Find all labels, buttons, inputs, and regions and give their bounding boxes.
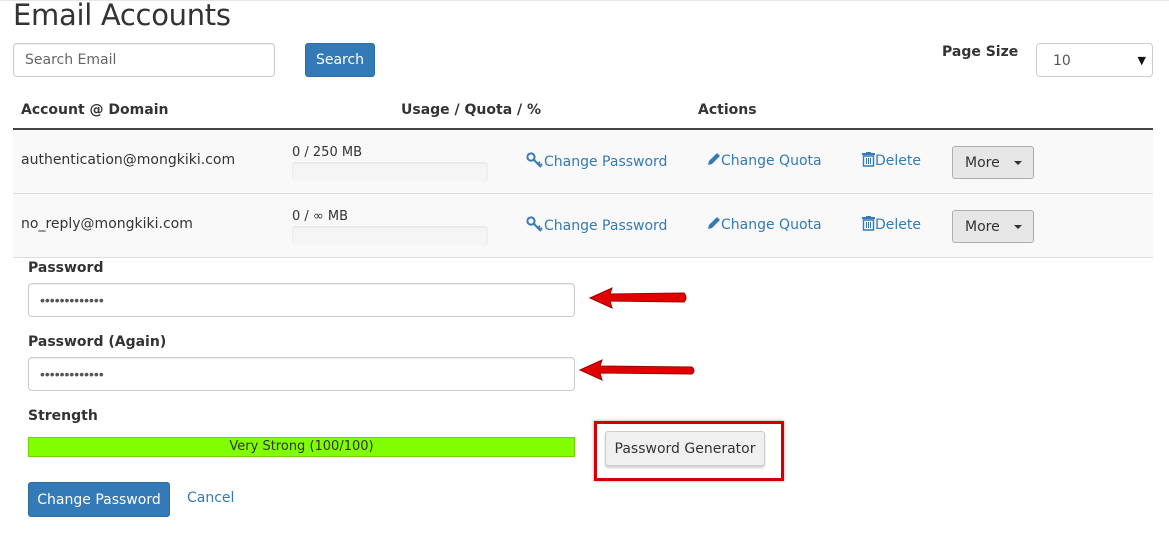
change-password-link[interactable]: Change Password [526,216,667,234]
password-again-label: Password (Again) [28,334,167,350]
usage-bar [292,162,488,181]
table-row: no_reply@mongkiki.com 0 / ∞ MB Change Pa… [13,194,1153,258]
account-email: authentication@mongkiki.com [21,152,236,168]
password-again-input[interactable] [28,357,575,391]
usage-text: 0 / ∞ MB [292,209,349,224]
header-usage[interactable]: Usage / Quota / % [401,102,541,118]
password-input[interactable] [28,283,575,317]
password-label: Password [28,260,104,276]
header-account[interactable]: Account @ Domain [21,102,168,118]
red-arrow-icon [588,287,687,309]
account-email: no_reply@mongkiki.com [21,216,193,232]
more-button[interactable]: More [952,210,1034,243]
change-password-label: Change Password [544,154,668,170]
change-password-button[interactable]: Change Password [28,482,170,517]
change-quota-link[interactable]: Change Quota [707,216,822,233]
change-quota-label: Change Quota [721,153,822,169]
password-generator-button[interactable]: Password Generator [605,431,765,466]
caret-down-icon [1014,161,1022,165]
pencil-icon [708,153,720,165]
more-button[interactable]: More [952,146,1034,179]
more-label: More [965,218,1000,235]
red-arrow-icon [578,359,695,381]
page-size-value: 10 [1053,53,1071,69]
delete-link[interactable]: Delete [862,216,921,233]
more-label: More [965,154,1000,171]
trash-icon [862,152,875,167]
pencil-icon [708,217,720,229]
usage-bar [292,226,488,245]
change-password-link[interactable]: Change Password [526,152,667,170]
page-size-label: Page Size [942,44,1019,60]
search-input[interactable] [13,43,275,77]
change-quota-label: Change Quota [721,217,822,233]
header-actions: Actions [698,102,757,118]
trash-icon [862,216,875,231]
key-icon [526,152,543,168]
key-icon [526,216,543,232]
search-button[interactable]: Search [305,43,375,77]
delete-link[interactable]: Delete [862,152,921,169]
cancel-link[interactable]: Cancel [187,490,234,506]
delete-label: Delete [875,217,921,233]
table-header: Account @ Domain Usage / Quota / % Actio… [13,92,1153,130]
page-title: Email Accounts [13,0,231,32]
change-password-label: Change Password [544,218,668,234]
delete-label: Delete [875,153,921,169]
change-quota-link[interactable]: Change Quota [707,152,822,169]
page-size-select[interactable]: 10 ▼ [1036,43,1153,77]
caret-down-icon [1014,225,1022,229]
table-row: authentication@mongkiki.com 0 / 250 MB C… [13,130,1153,194]
strength-meter: Very Strong (100/100) [28,437,575,457]
usage-text: 0 / 250 MB [292,145,362,160]
caret-down-icon: ▼ [1137,54,1146,67]
strength-label: Strength [28,408,98,424]
